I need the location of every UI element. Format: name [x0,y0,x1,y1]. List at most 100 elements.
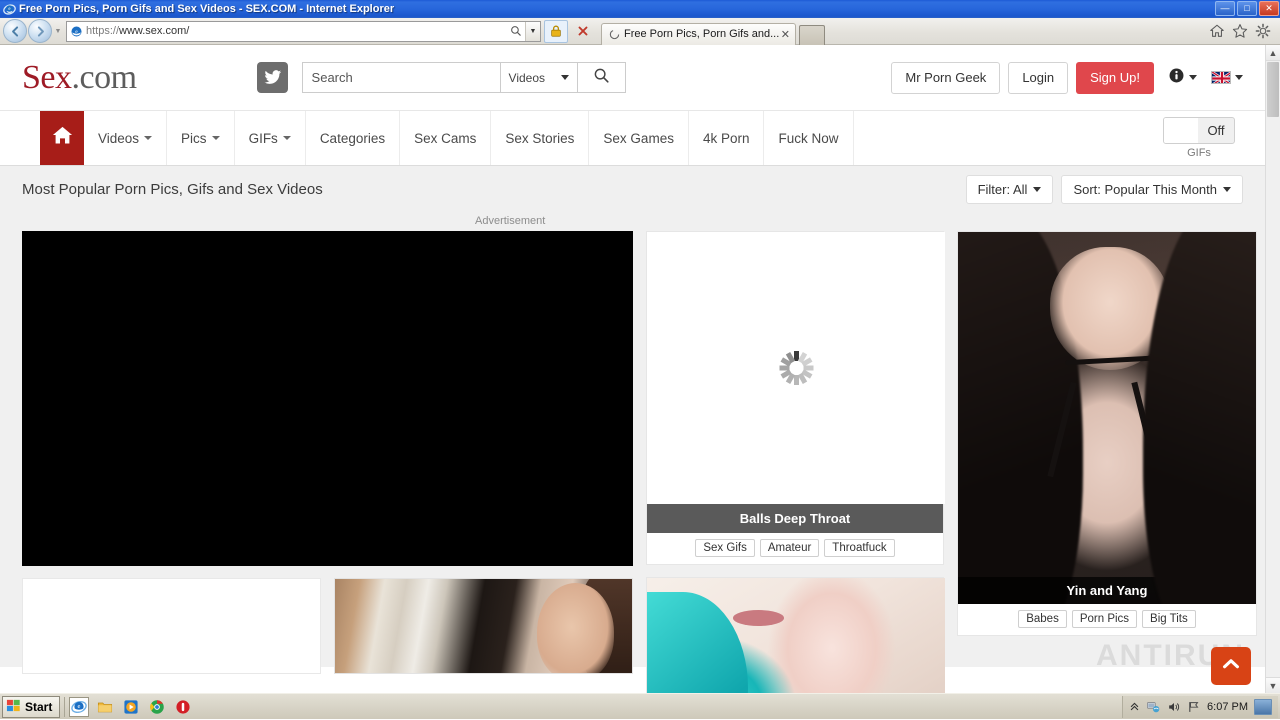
content-filters: Filter: All Sort: Popular This Month [965,174,1243,204]
login-button[interactable]: Login [1008,61,1069,94]
info-menu[interactable] [1168,67,1197,89]
sidebar-item-categories[interactable]: Categories [306,111,401,165]
minimize-button[interactable]: — [1215,1,1235,16]
tag-chip[interactable]: Amateur [759,539,820,557]
stop-record-icon[interactable] [173,697,193,717]
clock[interactable]: 6:07 PM [1207,701,1248,713]
media-player-icon[interactable] [121,697,141,717]
stop-loading-button[interactable] [571,20,595,43]
chevron-up-icon [1220,653,1242,680]
favorites-star-icon[interactable] [1232,23,1248,39]
security-lock-icon[interactable] [544,19,568,43]
card-media [647,578,945,693]
gear-icon[interactable] [1255,23,1271,39]
tag-chip[interactable]: Babes [1018,610,1067,628]
show-hidden-icons[interactable] [1129,701,1140,712]
chevron-down-icon [144,136,153,140]
browser-title-bar: e Free Porn Pics, Porn Gifs and Sex Vide… [0,0,1280,18]
address-protocol: https:// [86,25,120,37]
photo-detail [1050,246,1170,370]
nav-label: GIFs [248,130,278,146]
toggle-caption: GIFs [1187,147,1211,159]
address-text[interactable]: https://www.sex.com/ [86,25,507,37]
chrome-icon[interactable] [147,697,167,717]
start-label: Start [25,699,53,714]
sidebar-item-sex-games[interactable]: Sex Games [589,111,689,165]
signup-button[interactable]: Sign Up! [1076,61,1154,94]
browser-tab[interactable]: Free Porn Pics, Porn Gifs and... ✕ [601,22,797,45]
tag-chip[interactable]: Big Tits [1142,610,1196,628]
toggle-state-label: Off [1207,123,1225,138]
close-window-button[interactable]: ✕ [1259,1,1279,16]
language-menu[interactable] [1211,71,1243,84]
search-input[interactable] [301,62,500,93]
search-submit-button[interactable] [577,62,626,93]
sidebar-item-pics[interactable]: Pics [167,111,235,165]
address-host: www.sex.com/ [119,25,190,37]
window-title: Free Porn Pics, Porn Gifs and Sex Videos… [19,3,395,15]
volume-icon[interactable] [1167,700,1181,714]
tab-strip: Free Porn Pics, Porn Gifs and... ✕ [601,18,1209,45]
card-title[interactable]: Yin and Yang [958,577,1256,604]
twitter-bird-icon[interactable] [256,62,288,93]
list-item[interactable] [334,578,633,674]
sidebar-item-sex-cams[interactable]: Sex Cams [400,111,492,165]
list-item[interactable] [646,577,945,693]
chevron-down-icon [560,75,569,80]
sidebar-item-4k-porn[interactable]: 4k Porn [689,111,765,165]
folder-icon[interactable] [95,697,115,717]
nav-home-button[interactable] [40,111,84,165]
sort-dropdown[interactable]: Sort: Popular This Month [1061,174,1243,204]
list-item[interactable] [22,578,321,674]
site-icon: e [67,25,86,38]
sidebar-item-fuck-now[interactable]: Fuck Now [764,111,854,165]
list-item[interactable]: Balls Deep Throat Sex Gifs Amateur Throa… [646,231,945,565]
gif-toggle[interactable]: Off [1163,117,1235,144]
security-flag-icon[interactable] [1187,700,1201,714]
maximize-button[interactable]: □ [1237,1,1257,16]
network-icon[interactable] [1146,700,1161,714]
filter-dropdown[interactable]: Filter: All [965,174,1054,204]
chevron-down-icon [1033,186,1042,192]
start-button[interactable]: Start [2,695,61,718]
logo-secondary-text: .com [71,58,138,96]
home-icon[interactable] [1209,23,1225,39]
list-item[interactable]: Yin and Yang Babes Porn Pics Big Tits [957,231,1257,636]
page-scrollbar[interactable]: ▲ ▼ [1265,45,1280,693]
forward-arrow-icon[interactable] [28,19,52,43]
scroll-to-top-button[interactable] [1211,647,1251,685]
address-search-icon[interactable] [507,22,525,41]
address-bar[interactable]: e https://www.sex.com/ ▼ [66,20,541,42]
new-tab-button[interactable] [799,24,826,45]
internet-explorer-icon: e [2,2,16,16]
sidebar-item-gifs[interactable]: GIFs [235,111,306,165]
sidebar-item-sex-stories[interactable]: Sex Stories [491,111,590,165]
search-scope-select[interactable]: Videos [499,62,578,93]
quick-launch-bar: e [69,696,193,717]
chevron-down-icon [282,136,291,140]
show-desktop-icon[interactable] [1254,698,1272,715]
recent-pages-dropdown-icon[interactable]: ▼ [53,28,63,35]
tag-chip[interactable]: Sex Gifs [695,539,755,557]
toggle-knob [1164,118,1198,143]
address-dropdown-icon[interactable]: ▼ [525,21,540,41]
scrollbar-thumb[interactable] [1267,62,1279,117]
scroll-up-arrow-icon[interactable]: ▲ [1266,45,1280,61]
chevron-down-icon [1189,75,1197,80]
back-arrow-icon[interactable] [3,19,27,43]
photo-detail [536,582,615,673]
chevron-down-icon [1223,186,1231,192]
internet-explorer-icon[interactable]: e [69,696,90,717]
thumbnail-row [22,578,633,674]
close-icon[interactable]: ✕ [779,28,791,41]
site-logo[interactable]: Sex.com [22,58,138,96]
card-title[interactable]: Balls Deep Throat [647,504,943,533]
tag-chip[interactable]: Throatfuck [824,539,895,557]
nav-label: Sex Games [603,130,674,146]
scroll-down-arrow-icon[interactable]: ▼ [1266,677,1280,693]
sidebar-item-videos[interactable]: Videos [84,111,168,165]
advertisement-slot[interactable] [22,231,633,566]
mr-porn-geek-button[interactable]: Mr Porn Geek [891,61,1001,94]
tag-chip[interactable]: Porn Pics [1071,610,1138,628]
nav-label: Videos [98,130,140,146]
